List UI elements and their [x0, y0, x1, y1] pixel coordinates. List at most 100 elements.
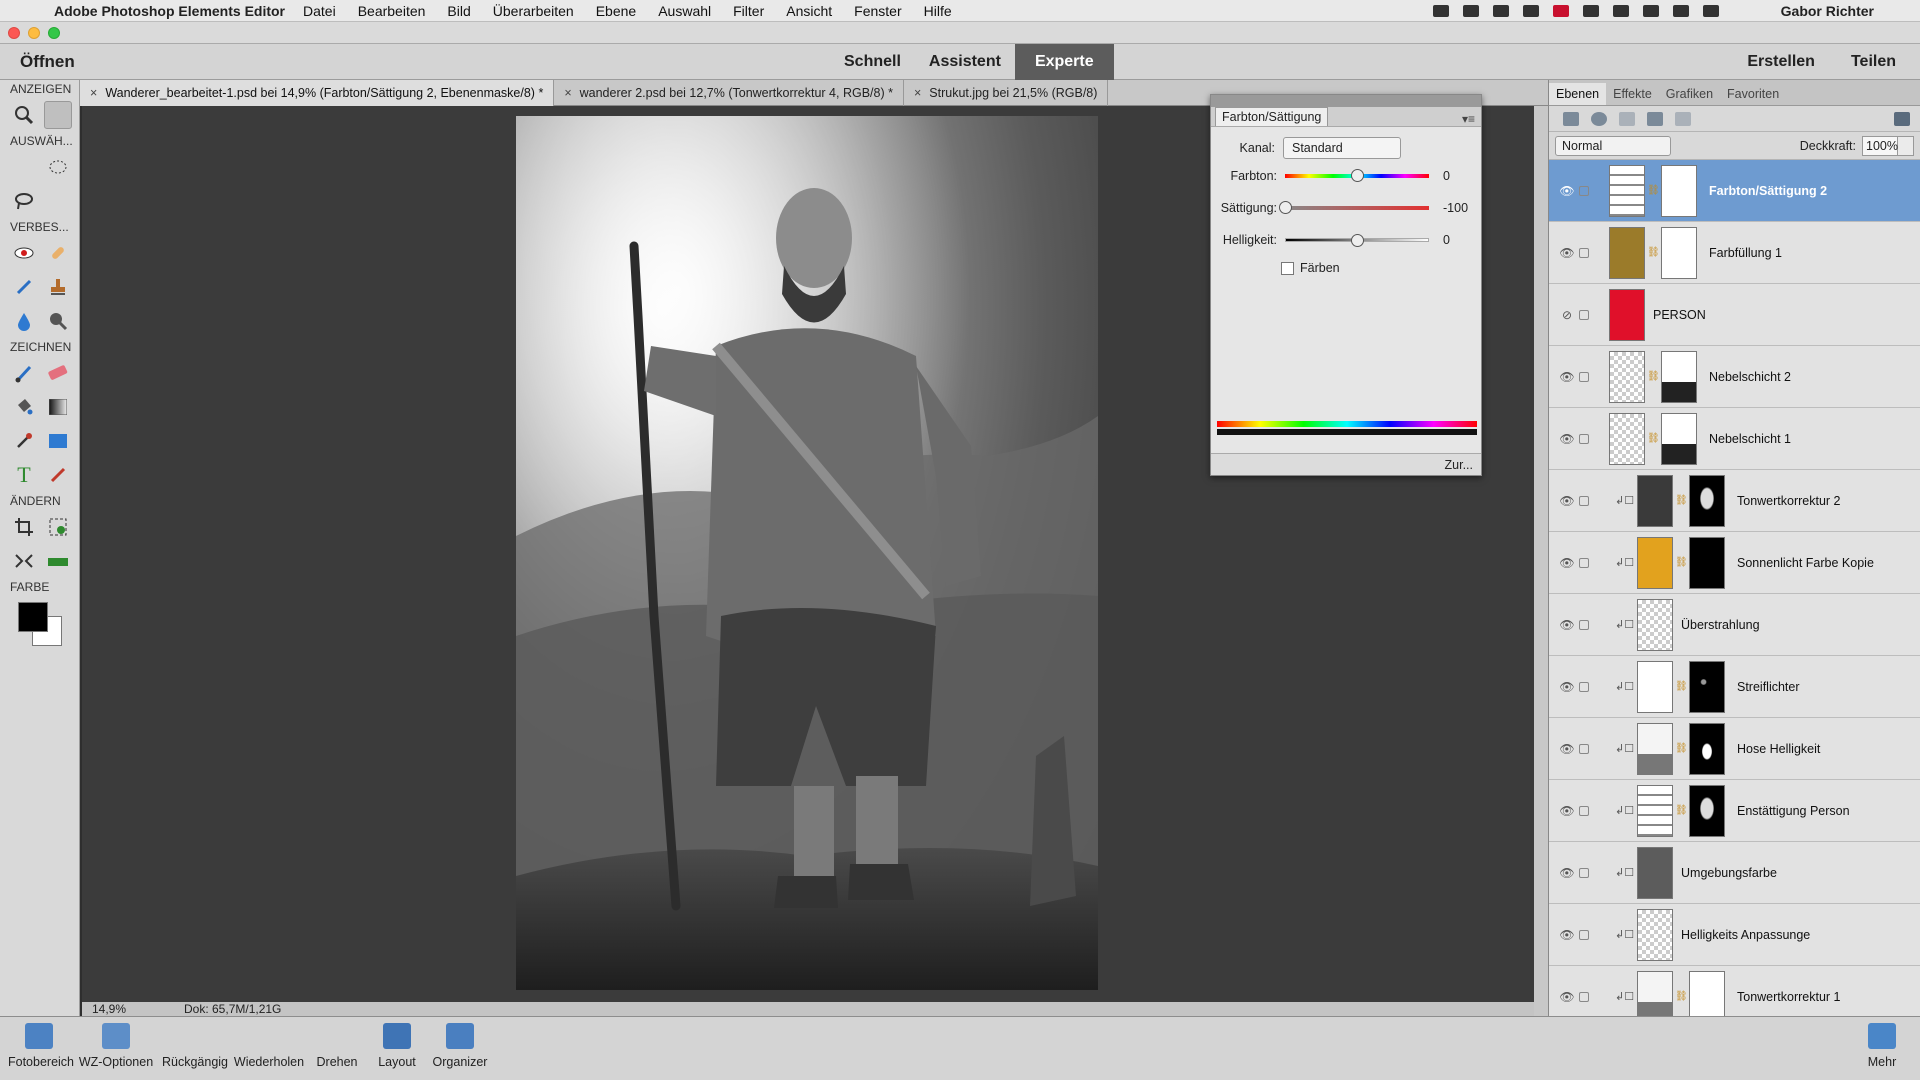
- saturation-slider[interactable]: [1279, 201, 1429, 214]
- mask-link-icon[interactable]: ⛓: [1675, 991, 1688, 1002]
- lightness-slider-thumb[interactable]: [1351, 234, 1364, 247]
- close-window-button[interactable]: [8, 27, 20, 39]
- content-aware-move-tool-icon[interactable]: [10, 547, 38, 575]
- layer-row[interactable]: 👁 ⛓ Farbton/Sättigung 2: [1549, 160, 1920, 222]
- add-mask-icon[interactable]: [1619, 111, 1635, 126]
- healing-brush-tool-icon[interactable]: [44, 239, 72, 267]
- link-icon[interactable]: [1579, 867, 1589, 878]
- status-icon[interactable]: [1612, 4, 1629, 17]
- layer-row[interactable]: 👁 ↲☐ Überstrahlung: [1549, 594, 1920, 656]
- layer-thumbnail[interactable]: [1637, 661, 1673, 713]
- layer-row[interactable]: 👁 ⛓ Nebelschicht 1: [1549, 408, 1920, 470]
- layer-thumbnail[interactable]: [1637, 847, 1673, 899]
- layer-mask-thumbnail[interactable]: [1661, 165, 1697, 217]
- layer-row[interactable]: 👁 ⛓ Farbfüllung 1: [1549, 222, 1920, 284]
- menu-bearbeiten[interactable]: Bearbeiten: [358, 3, 426, 19]
- layer-row[interactable]: 👁 ↲☐ ⛓ Tonwertkorrektur 2: [1549, 470, 1920, 532]
- link-icon[interactable]: [1579, 619, 1589, 630]
- layer-mask-thumbnail[interactable]: [1689, 475, 1725, 527]
- layer-thumbnail[interactable]: [1609, 289, 1645, 341]
- visibility-eye-icon[interactable]: 👁: [1559, 432, 1575, 446]
- recompose-tool-icon[interactable]: [44, 513, 72, 541]
- link-icon[interactable]: [1579, 929, 1589, 940]
- visibility-eye-icon[interactable]: 👁: [1559, 866, 1575, 880]
- straighten-tool-icon[interactable]: [44, 547, 72, 575]
- layer-mask-thumbnail[interactable]: [1689, 723, 1725, 775]
- link-icon[interactable]: [1579, 185, 1589, 196]
- status-icon[interactable]: [1492, 4, 1509, 17]
- hue-slider[interactable]: [1285, 169, 1429, 182]
- mask-link-icon[interactable]: ⛓: [1675, 495, 1688, 506]
- visibility-eye-icon[interactable]: 👁: [1559, 990, 1575, 1004]
- hidden-eye-icon[interactable]: ⊘: [1559, 308, 1575, 322]
- zoom-tool-icon[interactable]: [10, 101, 38, 129]
- visibility-eye-icon[interactable]: 👁: [1559, 742, 1575, 756]
- open-button[interactable]: Öffnen: [20, 52, 97, 72]
- mask-link-icon[interactable]: ⛓: [1647, 371, 1660, 382]
- visibility-eye-icon[interactable]: 👁: [1559, 370, 1575, 384]
- layout-button[interactable]: Layout: [374, 1023, 420, 1069]
- status-icon[interactable]: [1642, 4, 1659, 17]
- menu-auswahl[interactable]: Auswahl: [658, 3, 711, 19]
- hue-saturation-tab[interactable]: Farbton/Sättigung: [1215, 107, 1329, 126]
- layer-row[interactable]: 👁 ⛓ Nebelschicht 2: [1549, 346, 1920, 408]
- layer-row[interactable]: 👁 ↲☐ ⛓ Enstättigung Person: [1549, 780, 1920, 842]
- mask-link-icon[interactable]: ⛓: [1675, 743, 1688, 754]
- document-tab[interactable]: × Strukut.jpg bei 21,5% (RGB/8): [904, 80, 1109, 106]
- crop-tool-icon[interactable]: [10, 513, 38, 541]
- layer-thumbnail[interactable]: [1637, 599, 1673, 651]
- link-icon[interactable]: [1579, 991, 1589, 1002]
- more-button[interactable]: Mehr: [1860, 1023, 1904, 1069]
- mode-schnell[interactable]: Schnell: [830, 44, 915, 80]
- user-name[interactable]: Gabor Richter: [1781, 3, 1874, 19]
- shape-tool-icon[interactable]: [44, 427, 72, 455]
- type-tool-icon[interactable]: T: [10, 461, 38, 489]
- gradient-tool-icon[interactable]: [44, 393, 72, 421]
- visibility-eye-icon[interactable]: 👁: [1559, 804, 1575, 818]
- layer-mask-thumbnail[interactable]: [1689, 537, 1725, 589]
- layer-row[interactable]: 👁 ↲☐ Umgebungsfarbe: [1549, 842, 1920, 904]
- status-icon[interactable]: [1432, 4, 1449, 17]
- lasso-tool-icon[interactable]: [10, 187, 38, 215]
- zoom-window-button[interactable]: [48, 27, 60, 39]
- menu-datei[interactable]: Datei: [303, 3, 336, 19]
- layer-thumbnail[interactable]: [1637, 723, 1673, 775]
- minimize-window-button[interactable]: [28, 27, 40, 39]
- layer-row[interactable]: 👁 ↲☐ Helligkeits Anpassunge: [1549, 904, 1920, 966]
- hue-slider-thumb[interactable]: [1351, 169, 1364, 182]
- blur-tool-icon[interactable]: [10, 307, 38, 335]
- opacity-input[interactable]: 100%: [1862, 135, 1898, 156]
- menu-filter[interactable]: Filter: [733, 3, 764, 19]
- layer-mask-thumbnail[interactable]: [1689, 661, 1725, 713]
- trash-icon[interactable]: [1894, 111, 1910, 126]
- mask-link-icon[interactable]: ⛓: [1647, 433, 1660, 444]
- mask-link-icon[interactable]: ⛓: [1675, 681, 1688, 692]
- bluetooth-icon[interactable]: [1702, 4, 1719, 17]
- app-name[interactable]: Adobe Photoshop Elements Editor: [54, 3, 285, 19]
- new-adjustment-layer-icon[interactable]: [1591, 111, 1607, 126]
- visibility-eye-icon[interactable]: 👁: [1559, 618, 1575, 632]
- sponge-tool-icon[interactable]: [44, 307, 72, 335]
- link-icon[interactable]: [1579, 557, 1589, 568]
- visibility-eye-icon[interactable]: 👁: [1559, 246, 1575, 260]
- status-icon[interactable]: [1552, 4, 1569, 17]
- share-button[interactable]: Teilen: [1851, 53, 1904, 71]
- lock-transparency-icon[interactable]: [1675, 111, 1691, 126]
- eyedropper-tool-icon[interactable]: [10, 427, 38, 455]
- mask-link-icon[interactable]: ⛓: [1647, 185, 1660, 196]
- panel-menu-icon[interactable]: ▾≡: [1462, 112, 1475, 126]
- create-button[interactable]: Erstellen: [1747, 53, 1823, 71]
- mask-link-icon[interactable]: ⛓: [1647, 247, 1660, 258]
- menu-fenster[interactable]: Fenster: [854, 3, 901, 19]
- menu-ansicht[interactable]: Ansicht: [786, 3, 832, 19]
- time-machine-icon[interactable]: [1672, 4, 1689, 17]
- undo-button[interactable]: Rückgängig: [160, 1023, 230, 1069]
- tab-effekte[interactable]: Effekte: [1606, 83, 1659, 105]
- menu-ebene[interactable]: Ebene: [596, 3, 636, 19]
- new-layer-icon[interactable]: [1563, 111, 1579, 126]
- brush-tool-icon[interactable]: [10, 359, 38, 387]
- move-tool-icon[interactable]: [10, 153, 38, 181]
- layer-thumbnail[interactable]: [1637, 537, 1673, 589]
- foreground-color-swatch[interactable]: [18, 602, 48, 632]
- organizer-button[interactable]: Organizer: [428, 1023, 492, 1069]
